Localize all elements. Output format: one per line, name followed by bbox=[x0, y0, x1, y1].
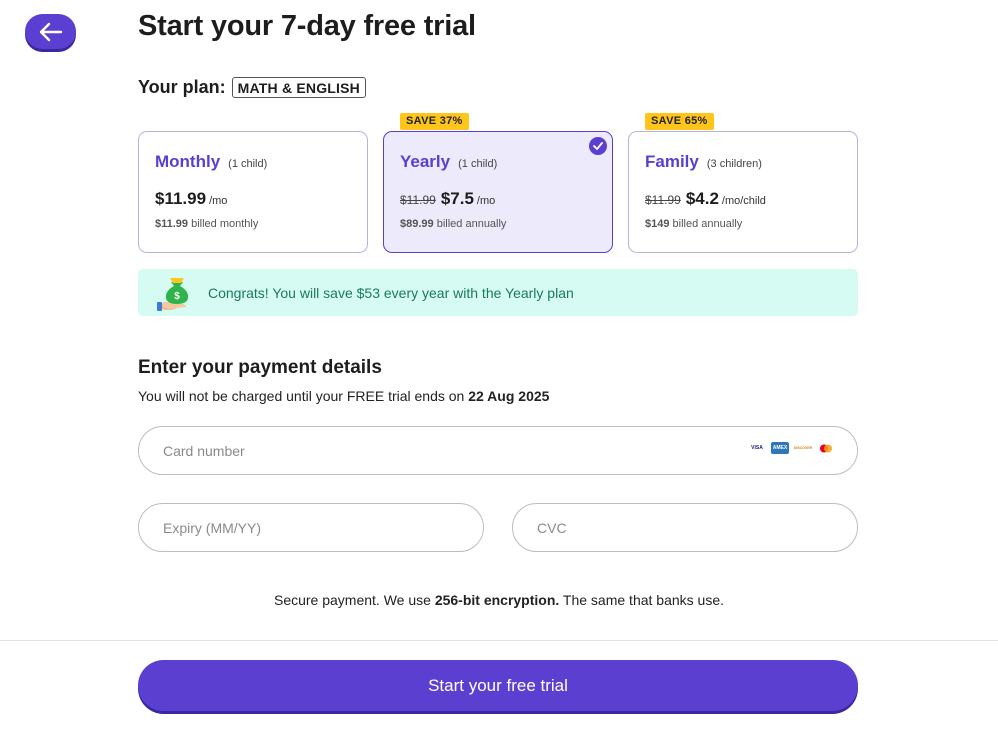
savings-banner: $ Congrats! You will save $53 every year… bbox=[138, 269, 858, 316]
discover-icon: DISCOVER bbox=[794, 442, 812, 454]
secure-suffix: The same that banks use. bbox=[562, 592, 725, 608]
page-title: Start your 7-day free trial bbox=[138, 10, 476, 42]
plan-sub: (1 child) bbox=[458, 158, 498, 170]
payment-subtitle-prefix: You will not be charged until your FREE … bbox=[138, 388, 465, 404]
savings-text: Congrats! You will save $53 every year w… bbox=[208, 284, 574, 301]
payment-title: Enter your payment details bbox=[138, 357, 382, 378]
amex-icon: AMEX bbox=[771, 442, 789, 454]
money-bag-icon: $ bbox=[157, 277, 189, 311]
plan-name: Family bbox=[645, 152, 699, 171]
plan-label: Your plan: bbox=[138, 77, 226, 97]
expiry-field[interactable]: Expiry (MM/YY) bbox=[138, 503, 484, 552]
payment-subtitle: You will not be charged until your FREE … bbox=[138, 388, 549, 404]
old-price: $11.99 bbox=[645, 193, 681, 207]
plan-price: $11.99 bbox=[155, 189, 207, 208]
plan-name: Yearly bbox=[400, 152, 451, 171]
plan-sub: (3 children) bbox=[706, 158, 762, 170]
secure-prefix: Secure payment. We use bbox=[273, 592, 431, 608]
plan-price-unit: /mo bbox=[476, 195, 496, 207]
start-trial-button[interactable]: Start your free trial bbox=[138, 660, 858, 711]
billed-text: billed monthly bbox=[191, 218, 259, 230]
plan-card-monthly[interactable]: Monthly (1 child) $11.99 /mo $11.99 bill… bbox=[138, 131, 368, 253]
plan-tag: MATH & ENGLISH bbox=[231, 77, 366, 98]
plan-card-yearly[interactable]: Yearly (1 child) $11.99 $7.5 /mo $89.99 … bbox=[383, 131, 613, 253]
cvc-field[interactable]: CVC bbox=[512, 503, 858, 552]
plan-price-unit: /mo/child bbox=[721, 195, 766, 207]
card-number-field[interactable]: Card number VISA AMEX DISCOVER bbox=[138, 426, 858, 475]
card-logos: VISA AMEX DISCOVER bbox=[748, 442, 835, 454]
check-icon bbox=[589, 137, 607, 155]
trial-end-date: 22 Aug 2025 bbox=[468, 388, 550, 404]
save-badge-family: SAVE 65% bbox=[645, 113, 714, 130]
plan-sub: (1 child) bbox=[228, 158, 268, 170]
plan-summary: Your plan: MATH & ENGLISH bbox=[138, 77, 366, 98]
billed-amount: $11.99 bbox=[155, 218, 189, 230]
back-button[interactable] bbox=[25, 14, 76, 49]
billed-amount: $149 bbox=[645, 218, 670, 230]
secure-bold: 256-bit encryption. bbox=[434, 592, 560, 608]
arrow-left-icon bbox=[39, 22, 62, 41]
plan-price: $4.2 bbox=[685, 189, 719, 208]
plan-card-family[interactable]: Family (3 children) $11.99 $4.2 /mo/chil… bbox=[628, 131, 858, 253]
billed-text: billed annually bbox=[436, 218, 507, 230]
mastercard-icon bbox=[817, 442, 835, 454]
old-price: $11.99 bbox=[400, 193, 436, 207]
save-badge-yearly: SAVE 37% bbox=[400, 113, 469, 130]
svg-text:$: $ bbox=[174, 291, 180, 302]
card-number-placeholder: Card number bbox=[163, 442, 245, 459]
plan-price: $7.5 bbox=[440, 189, 474, 208]
cvc-placeholder: CVC bbox=[537, 519, 567, 536]
visa-icon: VISA bbox=[748, 442, 766, 454]
plan-price-unit: /mo bbox=[209, 195, 228, 207]
secure-payment-note: Secure payment. We use 256-bit encryptio… bbox=[0, 592, 998, 608]
expiry-placeholder: Expiry (MM/YY) bbox=[163, 519, 261, 536]
billed-text: billed annually bbox=[672, 218, 743, 230]
plan-name: Monthly bbox=[155, 152, 221, 171]
billed-amount: $89.99 bbox=[400, 218, 434, 230]
